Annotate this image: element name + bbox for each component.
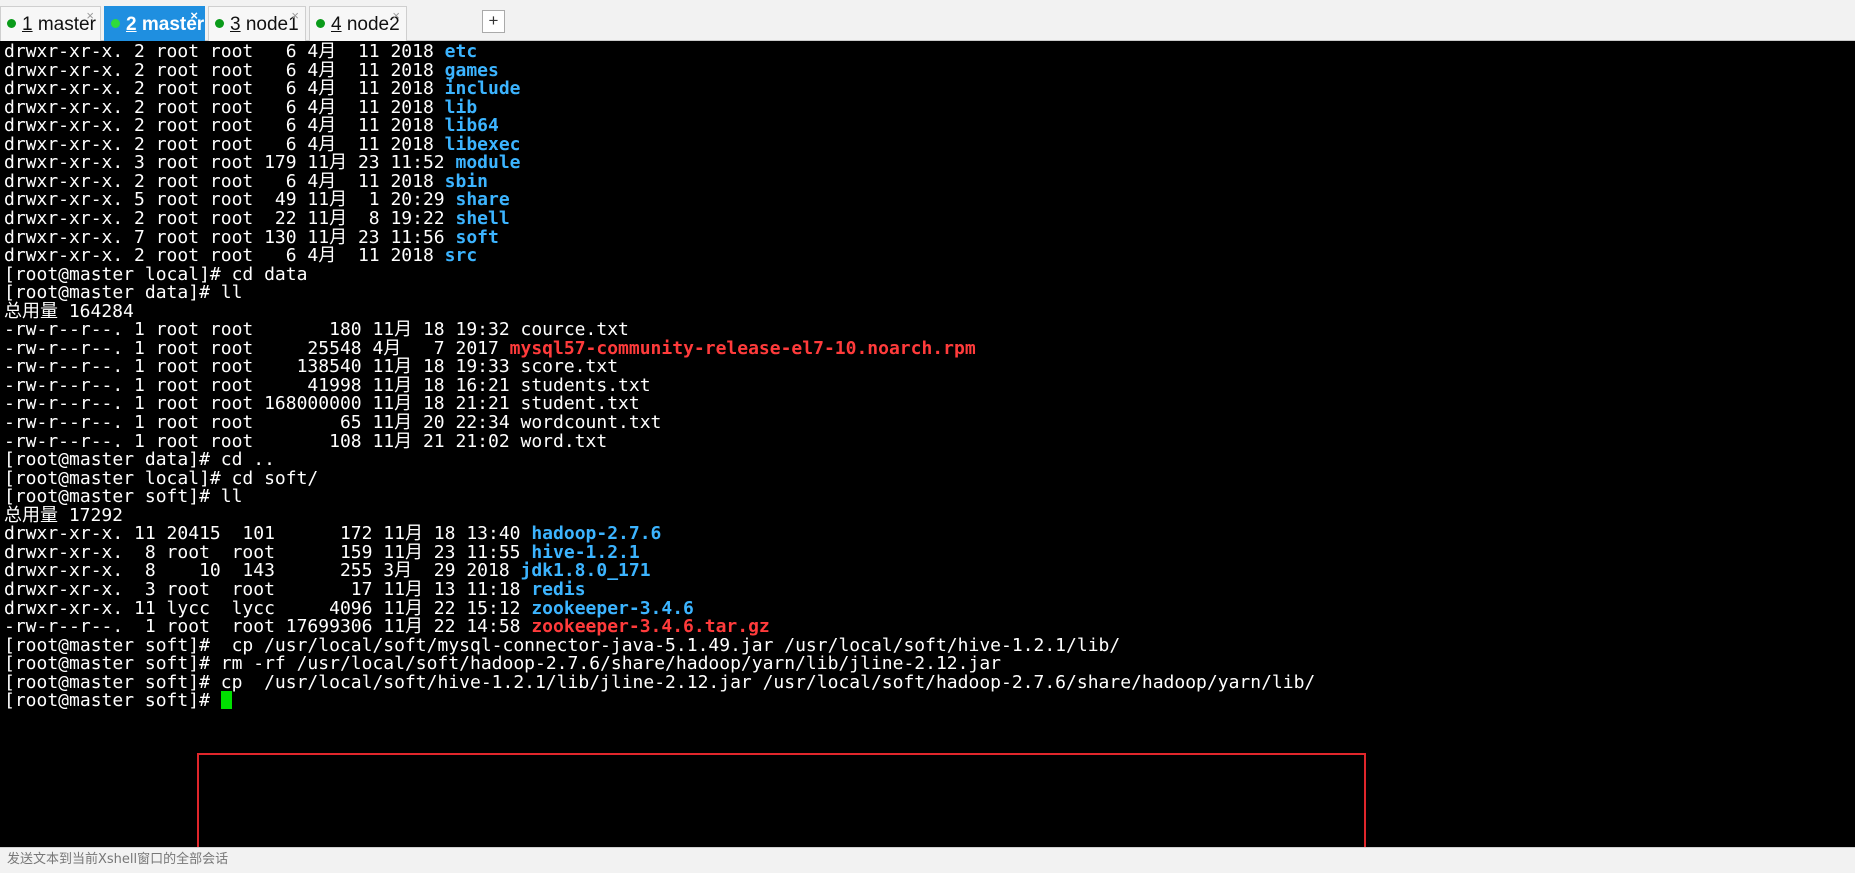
close-tab-icon[interactable]: × <box>86 0 94 33</box>
file-name: word.txt <box>520 430 608 452</box>
text-cursor <box>220 691 232 710</box>
close-tab-icon[interactable]: × <box>190 0 198 33</box>
connected-status-icon <box>215 19 224 28</box>
shell-prompt: [root@master soft]# <box>4 690 221 712</box>
connected-status-icon <box>111 19 120 28</box>
close-tab-icon[interactable]: × <box>392 0 400 33</box>
tab-number: 2 <box>126 14 137 35</box>
tab-2-master[interactable]: 2 master × <box>104 6 205 41</box>
new-tab-button[interactable]: + <box>482 10 505 33</box>
directory-name: src <box>444 245 478 267</box>
terminal-prompt-line[interactable]: [root@master soft]# <box>4 690 232 712</box>
connected-status-icon <box>316 19 325 28</box>
close-tab-icon[interactable]: × <box>291 0 299 33</box>
connected-status-icon <box>7 19 16 28</box>
tab-4-node2[interactable]: 4 node2 × <box>309 6 407 41</box>
terminal-output[interactable]: drwxr-xr-x. 2 root root 6 4月 11 2018 etc… <box>0 41 1855 865</box>
session-tab-bar: 1 master × 2 master × 3 node1 × 4 node2 … <box>0 0 1855 41</box>
tab-1-master[interactable]: 1 master × <box>0 6 101 41</box>
tab-number: 1 <box>22 14 33 35</box>
tab-number: 4 <box>331 14 342 35</box>
tab-number: 3 <box>230 14 241 35</box>
status-bar: 发送文本到当前Xshell窗口的全部会话 <box>0 847 1855 873</box>
tab-3-node1[interactable]: 3 node1 × <box>208 6 306 41</box>
status-bar-text: 发送文本到当前Xshell窗口的全部会话 <box>7 852 229 867</box>
